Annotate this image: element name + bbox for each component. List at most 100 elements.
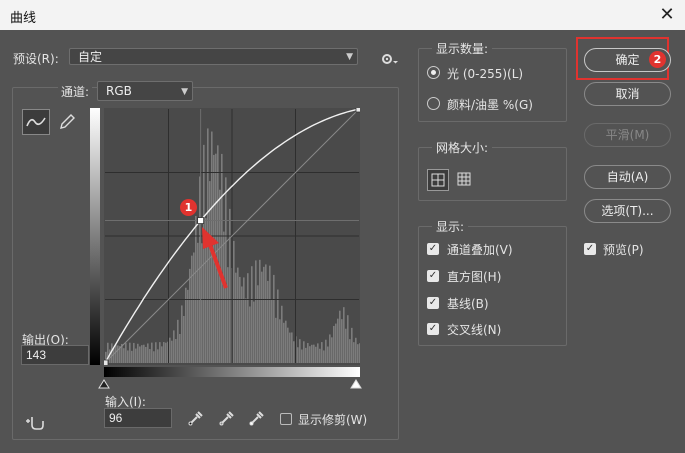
- histogram-bar: [141, 345, 143, 363]
- histogram-bar: [317, 343, 319, 363]
- histogram-checkbox[interactable]: ✓: [427, 270, 439, 282]
- histogram-bar: [163, 342, 165, 363]
- histogram-bar: [335, 323, 337, 363]
- histogram-bar: [249, 306, 251, 363]
- annotation-badge-2: 2: [649, 51, 666, 68]
- histogram-bar: [159, 342, 161, 363]
- preview-label: 预览(P): [603, 243, 644, 257]
- auto-button[interactable]: 自动(A): [584, 165, 671, 189]
- channel-overlay-label: 通道叠加(V): [447, 243, 513, 257]
- histogram-bar: [311, 344, 313, 363]
- histogram-bar: [353, 342, 355, 363]
- histogram-bar: [115, 344, 117, 363]
- channel-overlay-checkbox[interactable]: ✓: [427, 243, 439, 255]
- histogram-bar: [189, 268, 191, 363]
- histogram-bar: [351, 327, 353, 363]
- channel-label: 通道:: [58, 83, 93, 100]
- histogram-bar: [239, 276, 241, 363]
- histogram-bar: [187, 289, 189, 363]
- baseline-checkbox[interactable]: ✓: [427, 297, 439, 309]
- cancel-button[interactable]: 取消: [584, 82, 671, 106]
- on-image-adjust-icon[interactable]: [24, 413, 46, 431]
- intersection-line-checkbox[interactable]: ✓: [427, 323, 439, 335]
- histogram-bar: [235, 272, 237, 363]
- curve-point-tool[interactable]: [22, 109, 50, 135]
- histogram-bar: [355, 337, 357, 363]
- histogram-bar: [165, 342, 167, 363]
- black-point-slider[interactable]: [98, 379, 110, 389]
- smooth-button[interactable]: 平滑(M): [584, 123, 671, 147]
- histogram-bar: [157, 349, 159, 363]
- simple-grid-button[interactable]: [427, 169, 449, 191]
- curve-tool-icon: [26, 117, 46, 127]
- white-point-slider[interactable]: [350, 379, 362, 389]
- histogram-bar: [137, 343, 139, 363]
- histogram-bar: [265, 264, 267, 363]
- histogram-bar: [237, 267, 239, 363]
- histogram-bar: [245, 298, 247, 363]
- histogram-bar: [309, 346, 311, 363]
- black-eyedropper-icon[interactable]: [187, 409, 205, 427]
- output-field[interactable]: [21, 345, 89, 365]
- histogram-bar: [287, 327, 289, 363]
- histogram-bar: [273, 274, 275, 363]
- histogram-bar: [283, 322, 285, 363]
- histogram-bar: [291, 332, 293, 363]
- histogram-bar: [347, 315, 349, 363]
- histogram-bar: [263, 266, 265, 363]
- histogram-bar: [149, 349, 151, 363]
- histogram-bar: [125, 343, 127, 363]
- histogram-bar: [155, 342, 157, 363]
- show-clipping-checkbox[interactable]: [280, 413, 292, 425]
- gray-eyedropper-icon[interactable]: [218, 409, 236, 427]
- light-label: 光 (0-255)(L): [447, 67, 524, 81]
- histogram-bar: [279, 319, 281, 363]
- histogram-bar: [131, 350, 133, 363]
- histogram-bar: [289, 332, 291, 363]
- histogram-bar: [247, 273, 249, 363]
- histogram-bar: [349, 339, 351, 363]
- white-eyedropper-icon[interactable]: [248, 409, 266, 427]
- light-radio[interactable]: [427, 66, 440, 79]
- pencil-icon[interactable]: [57, 112, 77, 132]
- channel-value: RGB: [106, 84, 132, 98]
- preview-checkbox[interactable]: ✓: [584, 243, 596, 255]
- histogram-bar: [173, 330, 175, 363]
- window-title: 曲线: [10, 11, 37, 26]
- histogram-bar: [293, 341, 295, 363]
- histogram-bar: [191, 255, 193, 363]
- histogram-bar: [359, 343, 360, 363]
- histogram-bar: [341, 319, 343, 363]
- preset-dropdown[interactable]: 自定 ▼: [69, 48, 358, 65]
- histogram-bar: [267, 280, 269, 363]
- options-button[interactable]: 选项(T)...: [584, 199, 671, 223]
- histogram-bar: [133, 342, 135, 363]
- histogram-bar: [117, 345, 119, 363]
- histogram-bar: [327, 346, 329, 363]
- histogram-bar: [243, 277, 245, 363]
- histogram-bar: [343, 307, 345, 363]
- histogram-bar: [171, 340, 173, 363]
- input-field[interactable]: [104, 408, 172, 428]
- histogram-bar: [301, 349, 303, 363]
- ink-radio[interactable]: [427, 97, 440, 110]
- histogram-bar: [253, 301, 255, 363]
- gear-icon[interactable]: [381, 52, 399, 66]
- grid-10-icon: [457, 172, 471, 186]
- title-bar: 曲线 ✕: [0, 0, 685, 30]
- show-clipping-label: 显示修剪(W): [298, 413, 368, 427]
- baseline-label: 基线(B): [447, 297, 489, 311]
- histogram-bar: [315, 346, 317, 363]
- close-icon[interactable]: ✕: [650, 2, 684, 28]
- histogram-bar: [181, 305, 183, 363]
- histogram-bar: [357, 344, 359, 363]
- ink-label: 颜料/油墨 %(G): [447, 98, 533, 112]
- channel-dropdown[interactable]: RGB ▼: [97, 81, 193, 101]
- histogram-label: 直方图(H): [447, 270, 502, 284]
- histogram-bar: [303, 341, 305, 363]
- chevron-down-icon: ▼: [346, 52, 353, 62]
- detailed-grid-button[interactable]: [454, 169, 476, 191]
- histogram-bar: [277, 289, 279, 363]
- histogram-bar: [153, 351, 155, 363]
- histogram-bar: [331, 337, 333, 363]
